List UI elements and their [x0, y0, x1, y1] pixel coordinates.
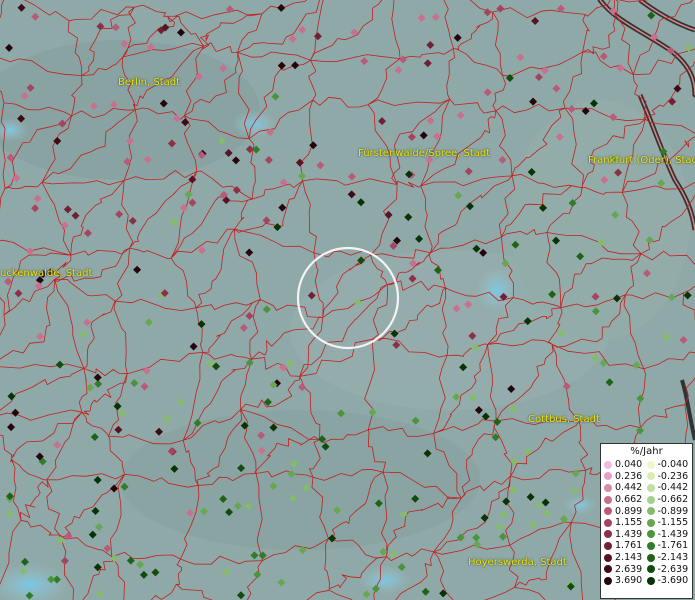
lake-south: [359, 566, 411, 594]
city-label-frankfurt-oder: Frankfurt (Oder), Stadt: [588, 155, 695, 166]
legend-row: 0.040 -0.040: [604, 459, 689, 471]
city-label-hoyerswerda: Hoyerswerda, Stadt: [468, 557, 567, 568]
city-label-berlin: Berlin, Stadt: [118, 77, 181, 88]
legend-value: -1.155: [657, 517, 689, 529]
legend-swatch: [646, 483, 655, 492]
lake-central: [477, 268, 517, 312]
city-label-fuerstenwalde: Fürstenwalde/Spree, Stadt: [358, 148, 491, 159]
legend-swatch: [604, 472, 612, 481]
legend-value: -0.662: [657, 494, 689, 506]
legend-positive-entry: 3.690: [604, 575, 647, 586]
lake-southeast: [564, 495, 596, 515]
legend-row: 1.761 -1.761: [604, 540, 689, 552]
legend-negative-entry: -0.040: [646, 459, 690, 471]
legend-title: %/Jahr: [630, 446, 663, 457]
legend-positive-entry: 1.439: [604, 529, 647, 540]
legend-value: 0.236: [615, 470, 643, 482]
legend-positive-entry: 0.236: [604, 471, 647, 482]
legend-negative-entry: -0.442: [646, 482, 690, 494]
legend-swatch: [604, 565, 612, 574]
legend-value: 3.690: [615, 575, 643, 587]
legend-negative-entry: -2.143: [646, 552, 690, 564]
legend-negative-entry: -0.236: [646, 470, 690, 482]
legend-value: -1.761: [657, 540, 689, 552]
legend-row: 0.236 -0.236: [604, 471, 689, 483]
legend-rows: 0.040 -0.040 0.236 -0.236 0.442 -0.442 0.662 -0…: [604, 459, 689, 587]
legend-value: 0.040: [615, 459, 643, 471]
legend-swatch: [604, 553, 612, 562]
legend-swatch: [646, 460, 655, 469]
legend-swatch: [604, 507, 612, 516]
legend-row: 0.662 -0.662: [604, 494, 689, 506]
legend-swatch: [604, 530, 612, 539]
legend-value: -1.439: [657, 528, 689, 540]
legend-row: 3.690 -3.690: [604, 575, 689, 587]
legend-positive-entry: 1.155: [604, 517, 647, 528]
legend-negative-entry: -1.761: [646, 540, 690, 552]
legend-swatch: [646, 553, 655, 562]
legend-negative-entry: -1.155: [646, 517, 690, 529]
legend-row: 1.439 -1.439: [604, 529, 689, 541]
legend-row: 2.639 -2.639: [604, 563, 689, 575]
legend-negative-entry: -2.639: [646, 563, 690, 575]
legend-positive-entry: 1.761: [604, 540, 647, 551]
legend-row: 1.155 -1.155: [604, 517, 689, 529]
legend-swatch: [646, 565, 655, 574]
legend-swatch: [604, 541, 612, 550]
legend-value: 2.143: [615, 552, 643, 564]
legend-value: 1.761: [615, 540, 643, 552]
legend-positive-entry: 0.040: [604, 459, 647, 470]
map-canvas[interactable]: [0, 0, 695, 600]
legend-value: -0.899: [657, 505, 689, 517]
legend-value: 1.155: [615, 517, 643, 529]
legend-value: 1.439: [615, 528, 643, 540]
legend-swatch: [646, 495, 655, 504]
legend-positive-entry: 0.899: [604, 506, 647, 517]
legend-swatch: [604, 518, 612, 527]
legend-positive-entry: 0.662: [604, 494, 647, 505]
legend-swatch: [646, 518, 655, 527]
legend-negative-entry: -1.439: [646, 528, 690, 540]
legend-value: -2.143: [657, 552, 689, 564]
legend-swatch: [646, 507, 655, 516]
legend-value: -3.690: [657, 575, 689, 587]
legend: %/Jahr 0.040 -0.040 0.236 -0.236 0.442 -0.442…: [600, 443, 693, 599]
legend-row: 2.143 -2.143: [604, 552, 689, 564]
legend-negative-entry: -0.662: [646, 494, 690, 506]
legend-positive-entry: 0.442: [604, 482, 647, 493]
legend-swatch: [646, 541, 655, 550]
legend-value: -2.639: [657, 563, 689, 575]
legend-swatch: [604, 495, 612, 504]
legend-swatch: [604, 576, 612, 585]
legend-value: -0.442: [657, 482, 689, 494]
legend-swatch: [646, 576, 655, 585]
legend-value: 0.442: [615, 482, 643, 494]
legend-swatch: [646, 472, 655, 481]
legend-value: 0.899: [615, 505, 643, 517]
legend-value: 0.662: [615, 494, 643, 506]
legend-value: -0.040: [657, 459, 689, 471]
legend-positive-entry: 2.143: [604, 552, 647, 563]
legend-value: -0.236: [657, 470, 689, 482]
legend-negative-entry: -0.899: [646, 505, 690, 517]
city-label-luckenwalde: uckenwalde, Stadt: [0, 268, 93, 279]
legend-row: 0.442 -0.442: [604, 482, 689, 494]
legend-value: 2.639: [615, 563, 643, 575]
legend-swatch: [604, 483, 612, 492]
legend-negative-entry: -3.690: [646, 575, 690, 587]
city-label-cottbus: Cottbus, Stadt: [528, 414, 600, 425]
legend-positive-entry: 2.639: [604, 564, 647, 575]
legend-swatch: [604, 460, 612, 469]
legend-row: 0.899 -0.899: [604, 505, 689, 517]
legend-swatch: [646, 530, 655, 539]
